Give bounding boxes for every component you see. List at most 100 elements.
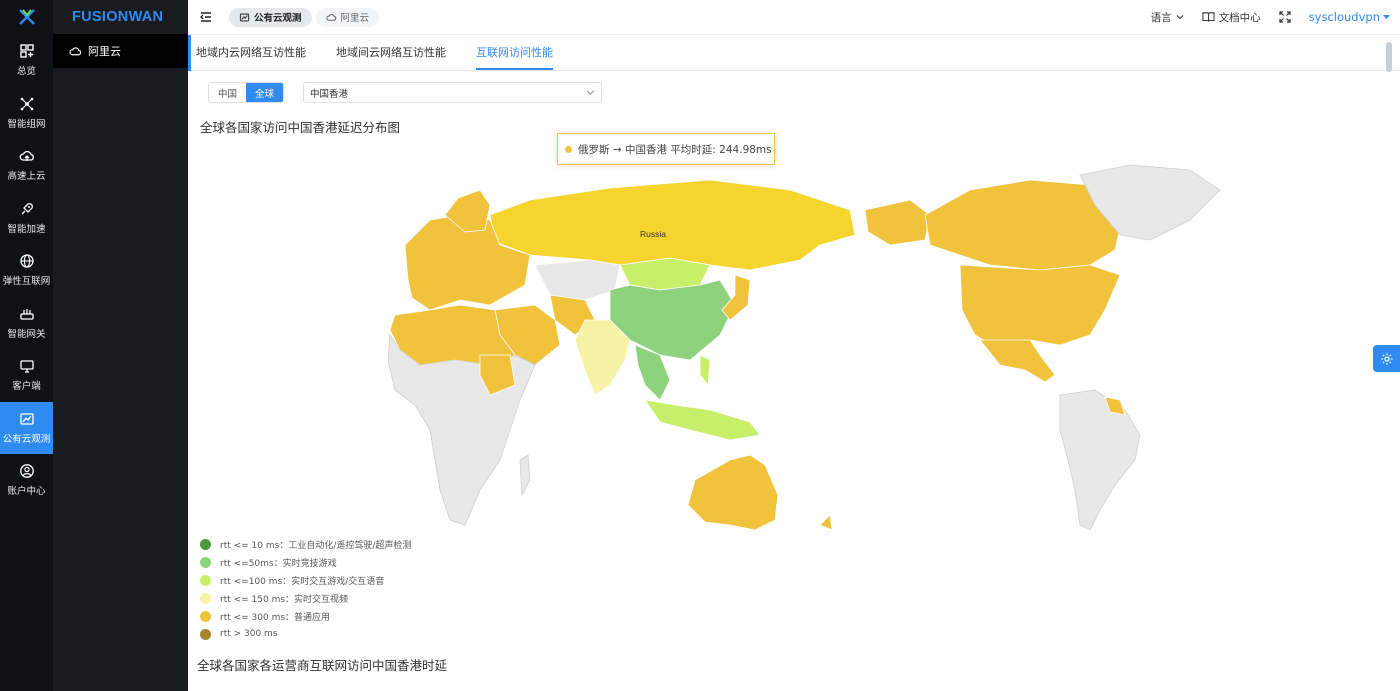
legend-item[interactable]: rtt <= 150 ms：实时交互视频 <box>200 589 411 607</box>
chevron-down-icon <box>586 90 595 95</box>
region-segmented: 中国 全球 <box>208 82 285 103</box>
menu-fold-icon <box>200 12 211 22</box>
map-region-russia[interactable] <box>489 179 856 271</box>
map-region-alaska[interactable] <box>864 199 931 246</box>
icon-rail: 总览 智能组网 高速上云 智能加速 弹性互联网 智能网关 客户端 公有云观测 账… <box>0 0 53 691</box>
legend-swatch <box>200 628 211 640</box>
map-region-new-zealand[interactable] <box>819 514 833 530</box>
rail-item-cloud-observe[interactable]: 公有云观测 <box>0 401 53 454</box>
app-logo-icon[interactable] <box>0 0 53 34</box>
network-icon <box>20 97 33 111</box>
segment-global[interactable]: 全球 <box>246 83 284 102</box>
rail-label: 智能加速 <box>7 223 46 235</box>
legend-swatch <box>200 538 211 550</box>
username: syscloudvpn <box>1308 10 1380 24</box>
section-title-carrier-latency: 全球各国家各运营商互联网访问中国香港时延 <box>197 658 448 673</box>
chart-icon <box>239 13 250 21</box>
chevron-down-icon <box>1176 15 1184 20</box>
segment-china[interactable]: 中国 <box>209 83 246 102</box>
rail-item-overview[interactable]: 总览 <box>0 34 53 87</box>
language-dropdown[interactable]: 语言 <box>1151 10 1184 25</box>
fullscreen-icon[interactable] <box>1279 11 1291 23</box>
legend-item[interactable]: rtt <=100 ms：实时交互游戏/交互语音 <box>200 571 411 589</box>
rail-item-cloud-access[interactable]: 高速上云 <box>0 139 53 192</box>
legend-label: rtt <=50ms：实时竞技游戏 <box>220 558 337 569</box>
rail-label: 智能组网 <box>7 118 46 130</box>
user-icon <box>19 464 34 479</box>
map-region-central-asia[interactable] <box>534 259 621 301</box>
router-icon <box>19 308 34 320</box>
legend-item[interactable]: rtt <= 300 ms：普通应用 <box>200 607 411 625</box>
book-icon <box>1202 12 1215 22</box>
map-region-china[interactable] <box>609 279 736 361</box>
legend-label: rtt > 300 ms <box>220 629 278 639</box>
map-region-philippines[interactable] <box>699 354 711 387</box>
rail-item-gateway[interactable]: 智能网关 <box>0 297 53 350</box>
cloud-icon <box>325 13 336 21</box>
sub-sidebar: FUSIONWAN 阿里云 <box>53 0 188 691</box>
rail-item-client[interactable]: 客户端 <box>0 349 53 402</box>
map-region-madagascar[interactable] <box>519 454 531 497</box>
docs-link[interactable]: 文档中心 <box>1202 10 1261 25</box>
select-value: 中国香港 <box>310 88 349 100</box>
rail-label: 公有云观测 <box>2 433 51 445</box>
world-latency-map[interactable]: Russia <box>190 160 1230 530</box>
monitor-icon <box>19 360 34 373</box>
tab-intra-region[interactable]: 地域内云网络互访性能 <box>196 44 306 70</box>
breadcrumb-label: 公有云观测 <box>254 13 302 24</box>
breadcrumb-tag-aliyun[interactable]: 阿里云 <box>315 7 380 27</box>
rail-label: 弹性互联网 <box>2 276 51 288</box>
map-region-indonesia[interactable] <box>644 399 761 441</box>
language-label: 语言 <box>1150 11 1172 24</box>
breadcrumb-tag-observe[interactable]: 公有云观测 <box>229 7 312 27</box>
map-region-india[interactable] <box>574 319 631 396</box>
tab-bar: 地域内云网络互访性能 地域间云网络互访性能 互联网访问性能 <box>188 35 1400 71</box>
user-menu[interactable]: syscloudvpn <box>1309 10 1390 24</box>
sub-menu-item-aliyun[interactable]: 阿里云 <box>53 34 188 68</box>
legend-label: rtt <=100 ms：实时交互游戏/交互语音 <box>220 576 385 587</box>
rail-item-account[interactable]: 账户中心 <box>0 454 53 507</box>
cloud-icon <box>69 46 82 55</box>
tab-inter-region[interactable]: 地域间云网络互访性能 <box>336 44 446 70</box>
breadcrumb-label: 阿里云 <box>340 13 370 24</box>
cloud-upload-icon <box>19 151 34 162</box>
top-header: 公有云观测 阿里云 语言 文档中心 syscloudvpn <box>188 0 1400 35</box>
map-region-africa[interactable] <box>387 333 536 526</box>
rail-item-acceleration[interactable]: 智能加速 <box>0 192 53 245</box>
legend-item[interactable]: rtt <= 10 ms：工业自动化/遥控驾驶/超声检测 <box>200 535 411 553</box>
settings-button[interactable] <box>1373 345 1400 372</box>
map-region-south-america[interactable] <box>1059 389 1141 530</box>
legend-item[interactable]: rtt > 300 ms <box>200 625 411 643</box>
legend-label: rtt <= 150 ms：实时交互视频 <box>220 594 349 605</box>
legend-label: rtt <= 10 ms：工业自动化/遥控驾驶/超声检测 <box>220 540 412 551</box>
tooltip-color-dot <box>565 145 572 153</box>
tab-internet-access[interactable]: 互联网访问性能 <box>476 44 553 70</box>
menu-fold-button[interactable] <box>191 10 221 24</box>
map-region-australia[interactable] <box>687 454 779 530</box>
dashboard-icon <box>19 44 34 58</box>
destination-select[interactable]: 中国香港 <box>303 82 603 103</box>
rail-label: 总览 <box>16 66 36 78</box>
legend-swatch <box>200 574 211 586</box>
rail-label: 智能网关 <box>7 328 46 340</box>
map-legend: rtt <= 10 ms：工业自动化/遥控驾驶/超声检测 rtt <=50ms：… <box>200 535 411 643</box>
chart-icon <box>19 413 34 425</box>
page-scrollbar[interactable] <box>1386 42 1392 72</box>
rail-item-smart-network[interactable]: 智能组网 <box>0 87 53 140</box>
tooltip-text: 俄罗斯 → 中国香港 平均时延: 244.98ms <box>578 143 772 156</box>
map-region-mexico[interactable] <box>979 339 1056 383</box>
rail-label: 账户中心 <box>7 486 46 498</box>
globe-icon <box>19 254 34 268</box>
gear-icon <box>1380 352 1393 365</box>
map-title: 全球各国家访问中国香港延迟分布图 <box>200 120 401 135</box>
docs-label: 文档中心 <box>1218 11 1261 24</box>
map-label-russia: Russia <box>640 229 666 239</box>
legend-swatch <box>200 556 211 568</box>
map-region-usa[interactable] <box>959 264 1121 351</box>
rocket-icon <box>21 202 33 215</box>
brand-name: FUSIONWAN <box>72 9 164 25</box>
rail-item-elastic-internet[interactable]: 弹性互联网 <box>0 244 53 297</box>
legend-item[interactable]: rtt <=50ms：实时竞技游戏 <box>200 553 411 571</box>
filter-controls: 中国 全球 中国香港 <box>208 82 603 103</box>
rail-label: 客户端 <box>12 381 41 393</box>
